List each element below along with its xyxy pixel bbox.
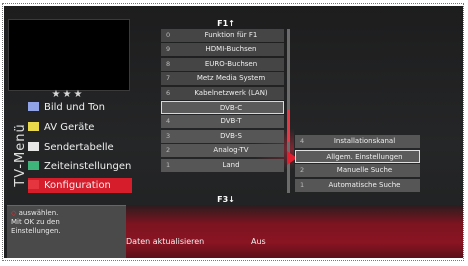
item-number: 1 bbox=[166, 160, 171, 169]
submenu-item-allgem-einstellungen[interactable]: Allgem. Einstellungen bbox=[295, 149, 420, 163]
page-down-hint[interactable]: F3↓ bbox=[161, 195, 291, 205]
configuration-menu: F1↑ 0 Funktion für F1 9 HDMI-Buchsen 8 EURO… bbox=[161, 19, 291, 205]
sidebar-item-av-geraete[interactable]: AV Geräte bbox=[28, 120, 132, 135]
item-number: 7 bbox=[166, 74, 171, 83]
item-label: EURO-Buchsen bbox=[204, 59, 258, 68]
submenu-item-installationskanal[interactable]: 4 Installationskanal bbox=[295, 135, 420, 148]
sidebar-item-sendertabelle[interactable]: Sendertabelle bbox=[28, 140, 132, 155]
item-label: DVB-T bbox=[220, 117, 242, 126]
item-number: 6 bbox=[166, 88, 171, 97]
green-key-swatch-icon bbox=[28, 161, 39, 170]
item-label: Installationskanal bbox=[333, 137, 396, 145]
item-number: 2 bbox=[300, 166, 305, 174]
item-number: 4 bbox=[166, 117, 171, 126]
menu-item-land[interactable]: 1 Land bbox=[161, 158, 284, 172]
item-number: 9 bbox=[166, 45, 171, 54]
help-line-1: auswählen. bbox=[18, 209, 59, 217]
item-label: Funktion für F1 bbox=[204, 31, 258, 39]
blue-key-swatch-icon bbox=[28, 102, 39, 111]
page-up-hint[interactable]: F1↑ bbox=[161, 19, 291, 29]
help-line-2: Mit OK zu den bbox=[11, 218, 60, 226]
submenu-item-automatische-suche[interactable]: 1 Automatische Suche bbox=[295, 178, 420, 192]
item-number: 8 bbox=[166, 59, 171, 68]
menu-scrollbar-thumb[interactable] bbox=[287, 110, 290, 142]
sidebar-item-konfiguration[interactable]: Konfiguration bbox=[28, 178, 132, 193]
item-number: 4 bbox=[300, 137, 305, 145]
status-label: Daten aktualisieren bbox=[126, 237, 205, 246]
menu-item-funktion-f1[interactable]: 0 Funktion für F1 bbox=[161, 29, 284, 42]
tv-preview-window bbox=[8, 19, 130, 91]
help-box: ◇ auswählen. Mit OK zu den Einstellungen… bbox=[7, 205, 126, 258]
dvb-c-submenu: 4 Installationskanal Allgem. Einstellunge… bbox=[295, 135, 420, 193]
status-bar: Daten aktualisieren Aus bbox=[126, 205, 463, 258]
menu-item-euro-buchsen[interactable]: 8 EURO-Buchsen bbox=[161, 57, 284, 71]
tv-screen: ★★★ TV-Menü Bild und Ton AV Geräte Sende… bbox=[4, 6, 463, 258]
status-value: Aus bbox=[251, 237, 266, 246]
yellow-key-swatch-icon bbox=[28, 122, 39, 131]
sidebar-item-label: Sendertabelle bbox=[44, 142, 114, 153]
item-label: DVB-C bbox=[219, 103, 243, 112]
red-key-swatch-icon bbox=[28, 180, 39, 189]
menu-item-analog-tv[interactable]: 2 Analog-TV bbox=[161, 144, 284, 158]
item-number: 1 bbox=[300, 180, 305, 189]
rating-stars: ★★★ bbox=[51, 89, 85, 100]
item-label: Allgem. Einstellungen bbox=[326, 152, 403, 161]
sidebar-item-zeiteinstellungen[interactable]: Zeiteinstellungen bbox=[28, 159, 132, 174]
navigate-arrows-icon: ◇ bbox=[11, 209, 17, 217]
sidebar-item-label: Bild und Ton bbox=[44, 102, 106, 113]
item-label: HDMI-Buchsen bbox=[205, 45, 257, 54]
item-number: 0 bbox=[166, 31, 171, 39]
item-label: Analog-TV bbox=[213, 146, 249, 155]
item-label: Automatische Suche bbox=[328, 180, 401, 189]
help-line-3: Einstellungen. bbox=[11, 227, 61, 235]
menu-item-hdmi-buchsen[interactable]: 9 HDMI-Buchsen bbox=[161, 43, 284, 57]
white-key-swatch-icon bbox=[28, 142, 39, 151]
submenu-item-manuelle-suche[interactable]: 2 Manuelle Suche bbox=[295, 164, 420, 177]
item-label: Metz Media System bbox=[196, 74, 266, 83]
menu-item-dvb-t[interactable]: 4 DVB-T bbox=[161, 115, 284, 129]
menu-item-kabelnetzwerk[interactable]: 6 Kabelnetzwerk (LAN) bbox=[161, 86, 284, 100]
menu-item-metz-media-system[interactable]: 7 Metz Media System bbox=[161, 72, 284, 86]
sidebar-item-bild-und-ton[interactable]: Bild und Ton bbox=[28, 100, 132, 115]
sidebar-item-label: AV Geräte bbox=[44, 122, 95, 133]
item-label: Kabelnetzwerk (LAN) bbox=[194, 88, 268, 97]
item-number: 3 bbox=[166, 131, 171, 140]
menu-list: 0 Funktion für F1 9 HDMI-Buchsen 8 EURO-Buc… bbox=[161, 29, 284, 173]
item-label: Manuelle Suche bbox=[336, 166, 393, 174]
sidebar-item-label: Zeiteinstellungen bbox=[44, 161, 132, 172]
item-label: Land bbox=[222, 160, 240, 169]
item-number: 2 bbox=[166, 146, 171, 155]
sidebar-item-label: Konfiguration bbox=[44, 180, 111, 191]
menu-item-dvb-c[interactable]: DVB-C bbox=[161, 100, 284, 114]
item-label: DVB-S bbox=[220, 131, 242, 140]
menu-item-dvb-s[interactable]: 3 DVB-S bbox=[161, 129, 284, 143]
